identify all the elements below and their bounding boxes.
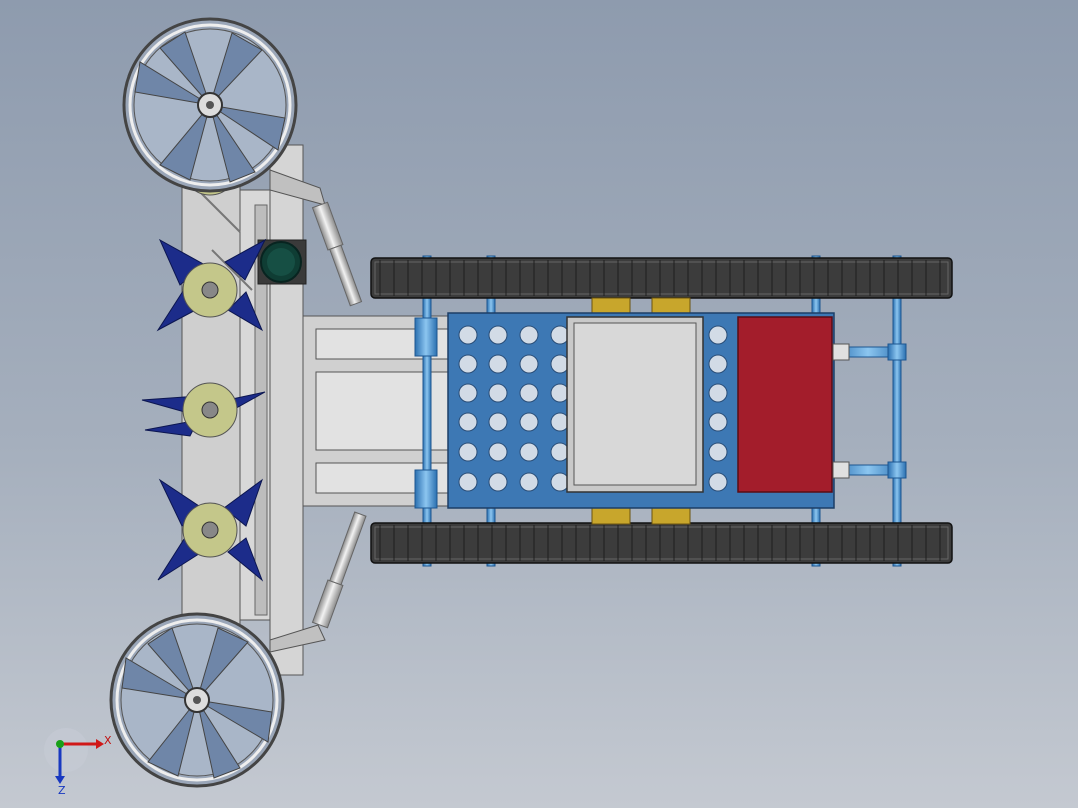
plate-hole (519, 412, 539, 432)
plate-hole (519, 383, 539, 403)
plate-hole (519, 325, 539, 345)
plate-hole (708, 383, 728, 403)
plate-hole (708, 325, 728, 345)
cad-viewport[interactable]: X Z (0, 0, 1078, 808)
plate-hole (708, 354, 728, 374)
plate-hole (708, 442, 728, 462)
axis-triad: X Z (44, 728, 112, 797)
upper-reel-wheel (122, 17, 298, 193)
z-axis-label: Z (58, 784, 66, 797)
plate-hole (708, 472, 728, 492)
plate-hole (458, 442, 478, 462)
plate-hole (519, 354, 539, 374)
drive-motor (257, 239, 307, 285)
plate-hole (458, 325, 478, 345)
plate-hole (488, 325, 508, 345)
plate-hole (519, 472, 539, 492)
plate-hole (488, 472, 508, 492)
lower-reel-wheel (109, 612, 285, 788)
plate-hole (458, 354, 478, 374)
plate-hole (458, 472, 478, 492)
machine-model: X Z (44, 17, 953, 797)
plate-hole (488, 442, 508, 462)
x-axis-arrow (96, 739, 104, 749)
plate-hole (708, 412, 728, 432)
roller-2 (182, 262, 238, 318)
upper-crawler-track (370, 257, 953, 299)
z-axis-arrow (55, 776, 65, 784)
plate-hole (488, 354, 508, 374)
plate-hole (458, 412, 478, 432)
plate-hole (488, 383, 508, 403)
plate-hole (458, 383, 478, 403)
battery-box (737, 316, 833, 493)
control-box (566, 316, 704, 493)
lower-crawler-track (370, 522, 953, 564)
plate-hole (519, 442, 539, 462)
x-axis-label: X (104, 734, 112, 747)
roller-3 (182, 382, 238, 438)
plate-hole (488, 412, 508, 432)
roller-4 (182, 502, 238, 558)
y-axis-dot (56, 740, 64, 748)
